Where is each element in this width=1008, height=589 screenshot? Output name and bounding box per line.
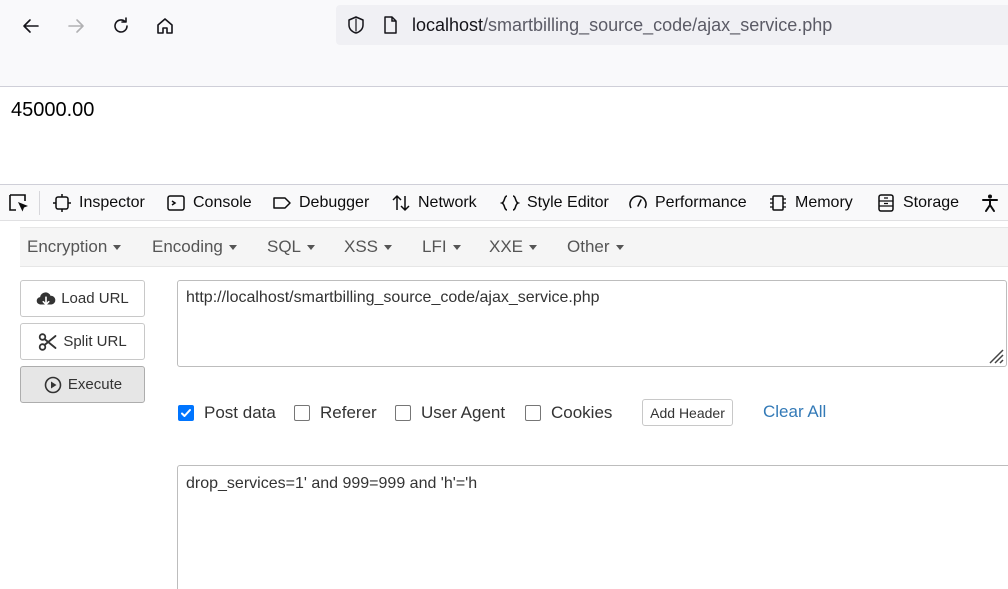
tab-network[interactable]: Network xyxy=(391,185,477,221)
network-icon xyxy=(392,195,410,211)
tab-style-editor[interactable]: Style Editor xyxy=(500,185,609,221)
url-host: localhost xyxy=(412,15,484,35)
load-url-button[interactable]: Load URL xyxy=(20,280,145,317)
menu-label: SQL xyxy=(267,237,302,256)
tab-label: Style Editor xyxy=(527,194,609,211)
inspector-icon xyxy=(53,194,71,212)
debugger-icon xyxy=(273,197,291,209)
shield-icon[interactable] xyxy=(346,15,366,35)
tab-console[interactable]: Console xyxy=(166,185,252,221)
home-icon xyxy=(157,18,173,34)
clear-all-link[interactable]: Clear All xyxy=(763,402,826,422)
url-textarea-value: http://localhost/smartbilling_source_cod… xyxy=(186,289,600,306)
button-label: Split URL xyxy=(63,333,127,350)
tab-label: Debugger xyxy=(299,194,370,211)
post-data-value: drop_services=1' and 999=999 and 'h'='h xyxy=(186,475,478,492)
tab-debugger[interactable]: Debugger xyxy=(272,185,369,221)
cookies-option[interactable]: Cookies xyxy=(525,403,612,423)
devtools-tab-bar: Inspector Console Debugger Network Style… xyxy=(0,184,1008,221)
button-label: Execute xyxy=(67,376,123,393)
braces-icon xyxy=(500,195,520,211)
post-data-option[interactable]: Post data xyxy=(178,403,276,423)
tab-label: Performance xyxy=(655,194,747,211)
scissors-icon xyxy=(39,332,57,351)
tab-label: Network xyxy=(418,194,477,211)
reload-icon xyxy=(114,17,128,33)
resize-handle-icon[interactable] xyxy=(984,344,1004,364)
menu-xss[interactable]: XSS xyxy=(344,237,393,257)
menu-xxe[interactable]: XXE xyxy=(489,237,538,257)
memory-chip-icon xyxy=(770,195,786,211)
caret-down-icon xyxy=(615,245,624,251)
reload-button[interactable] xyxy=(105,10,137,42)
tab-accessibility[interactable] xyxy=(980,185,1007,221)
forward-button[interactable] xyxy=(60,10,92,42)
menu-encryption[interactable]: Encryption xyxy=(27,237,122,257)
split-url-button[interactable]: Split URL xyxy=(20,323,145,360)
post-data-textarea[interactable]: drop_services=1' and 999=999 and 'h'='h xyxy=(177,465,1008,589)
referer-option[interactable]: Referer xyxy=(294,403,377,423)
page-icon[interactable] xyxy=(380,15,400,35)
menu-encoding[interactable]: Encoding xyxy=(152,237,237,257)
url-path: /smartbilling_source_code/ajax_service.p… xyxy=(483,15,833,35)
arrow-right-icon xyxy=(68,19,84,33)
browser-toolbar: localhost/smartbilling_source_code/ajax_… xyxy=(0,0,1008,87)
page-output-value: 45000.00 xyxy=(11,99,95,121)
gauge-icon xyxy=(629,195,647,209)
menu-label: Encryption xyxy=(27,237,108,256)
user-agent-label: User Agent xyxy=(421,403,506,422)
menu-label: LFI xyxy=(422,237,447,256)
caret-down-icon xyxy=(452,245,461,251)
menu-label: Other xyxy=(567,237,610,256)
tab-label: Storage xyxy=(903,194,960,211)
tab-memory[interactable]: Memory xyxy=(768,185,853,221)
storage-icon xyxy=(878,194,894,212)
button-label: Load URL xyxy=(61,290,129,307)
arrow-left-icon xyxy=(23,19,39,33)
menu-label: XSS xyxy=(344,237,379,256)
execute-button[interactable]: Execute xyxy=(20,366,145,403)
url-text[interactable]: localhost/smartbilling_source_code/ajax_… xyxy=(412,15,832,35)
url-bar[interactable]: localhost/smartbilling_source_code/ajax_… xyxy=(336,5,1008,45)
hackbar-menubar: Encryption Encoding SQL XSS LFI XXE Othe… xyxy=(20,227,1008,267)
add-header-button[interactable]: Add Header xyxy=(642,399,733,426)
console-icon xyxy=(167,195,185,211)
cloud-download-icon xyxy=(36,291,56,305)
menu-other[interactable]: Other xyxy=(567,237,624,257)
tab-inspector[interactable]: Inspector xyxy=(52,185,145,221)
tab-label: Memory xyxy=(795,194,853,211)
cookies-checkbox[interactable] xyxy=(525,405,541,421)
tab-label: Inspector xyxy=(79,194,145,211)
tab-storage[interactable]: Storage xyxy=(876,185,959,221)
devtools-separator xyxy=(39,191,40,215)
menu-lfi[interactable]: LFI xyxy=(422,237,461,257)
menu-label: XXE xyxy=(489,237,524,256)
element-picker-icon[interactable] xyxy=(8,193,32,215)
home-button[interactable] xyxy=(149,10,181,42)
menu-label: Encoding xyxy=(152,237,223,256)
caret-down-icon xyxy=(113,245,122,251)
menu-sql[interactable]: SQL xyxy=(267,237,316,257)
user-agent-option[interactable]: User Agent xyxy=(395,403,505,423)
referer-checkbox[interactable] xyxy=(294,405,310,421)
back-button[interactable] xyxy=(15,10,47,42)
tab-performance[interactable]: Performance xyxy=(628,185,747,221)
referer-label: Referer xyxy=(320,403,377,422)
cookies-label: Cookies xyxy=(551,403,613,422)
tab-label: Console xyxy=(193,194,252,211)
accessibility-icon xyxy=(982,194,998,212)
post-data-checkbox[interactable] xyxy=(178,405,194,421)
caret-down-icon xyxy=(529,245,538,251)
user-agent-checkbox[interactable] xyxy=(395,405,411,421)
caret-down-icon xyxy=(307,245,316,251)
post-data-label: Post data xyxy=(204,403,276,422)
checkmark-icon xyxy=(181,409,191,417)
caret-down-icon xyxy=(384,245,393,251)
url-textarea[interactable]: http://localhost/smartbilling_source_cod… xyxy=(177,280,1007,367)
play-circle-icon xyxy=(44,376,62,393)
caret-down-icon xyxy=(228,245,237,251)
